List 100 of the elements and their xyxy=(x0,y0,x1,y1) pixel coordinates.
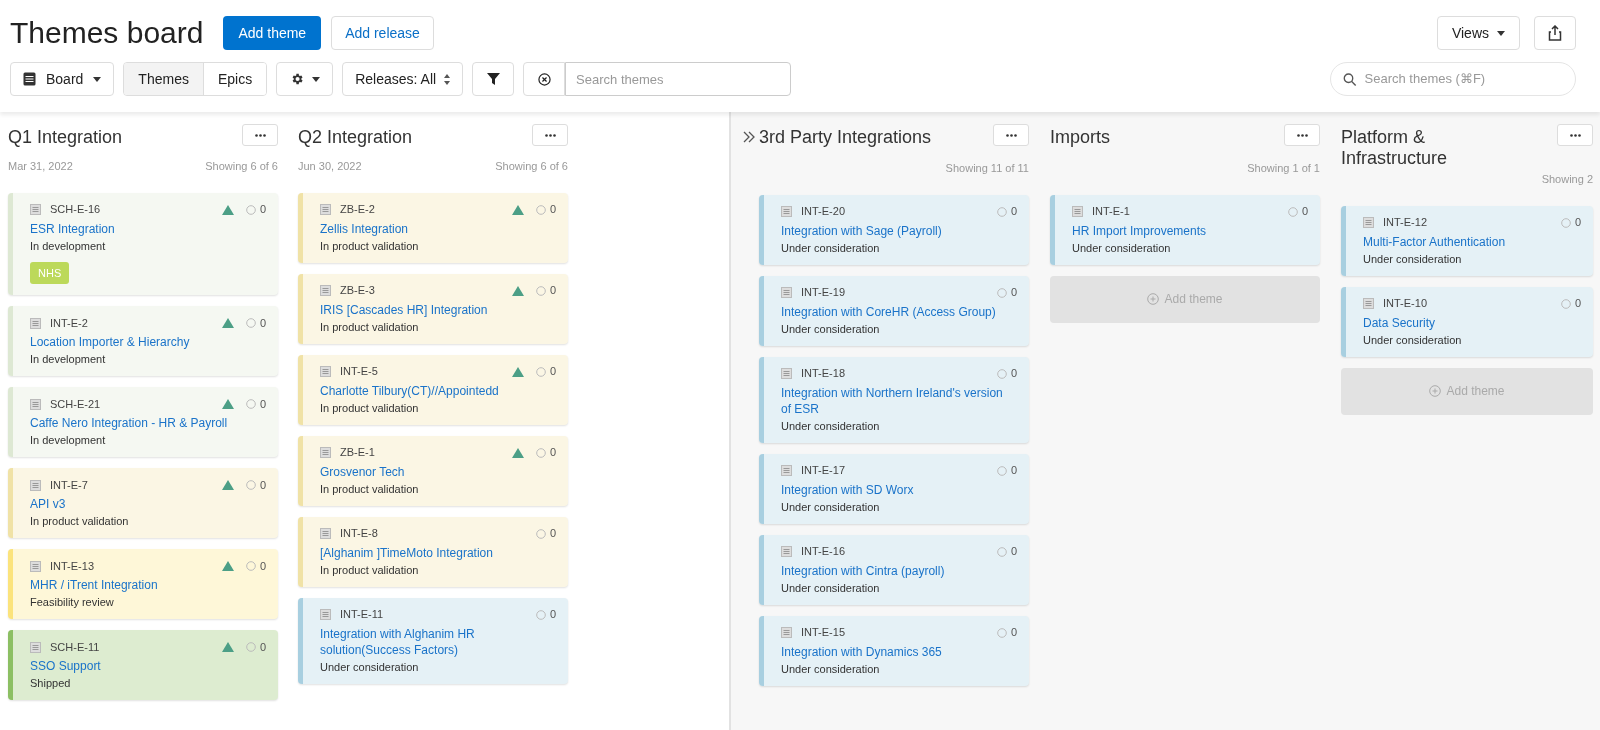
search-icon xyxy=(1343,71,1357,87)
card-id: INT-E-17 xyxy=(801,463,845,479)
card-id: ZB-E-2 xyxy=(340,202,375,218)
add-release-button[interactable]: Add release xyxy=(331,16,434,50)
comment-circle-icon xyxy=(245,561,256,571)
theme-card[interactable]: INT-E-12 0 Multi-Factor Authentication Under consideration xyxy=(1341,205,1593,276)
view-dropdown[interactable]: Board xyxy=(10,62,115,96)
theme-link[interactable]: Data Security xyxy=(1363,314,1581,331)
more-icon xyxy=(254,133,266,137)
theme-card[interactable]: INT-E-1 0 HR Import Improvements Under consideration xyxy=(1050,194,1320,265)
comment-circle-icon xyxy=(535,447,546,458)
comment-circle-icon xyxy=(1560,298,1571,309)
theme-link[interactable]: Location Importer & Hierarchy xyxy=(30,334,266,350)
settings-dropdown[interactable] xyxy=(276,62,334,96)
theme-card[interactable]: INT-E-7 0 API v3 In product validation xyxy=(8,468,278,538)
theme-card[interactable]: INT-E-16 0 Integration with Cintra (payroll) Under consideration xyxy=(759,534,1029,605)
theme-card[interactable]: INT-E-20 0 Integration with Sage (Payroll) Under consideration xyxy=(759,194,1029,265)
theme-card[interactable]: SCH-E-16 0 ESR Integration In development NHS xyxy=(8,192,278,295)
comment-count: 0 xyxy=(259,558,266,574)
list-icon xyxy=(320,609,331,620)
list-icon xyxy=(30,560,41,572)
theme-card[interactable]: INT-E-8 0 [Alghanim ]TimeMoto Integration In product validation xyxy=(298,516,568,587)
theme-link[interactable]: IRIS [Cascades HR] Integration xyxy=(320,301,556,318)
column-title: Imports xyxy=(1050,127,1111,148)
theme-card[interactable]: SCH-E-11 0 SSO Support Shipped xyxy=(8,630,278,700)
theme-link[interactable]: Charlotte Tilbury(CT)//Appointedd xyxy=(320,382,556,399)
theme-link[interactable]: Integration with CoreHR (Access Group) xyxy=(781,303,1017,320)
list-icon xyxy=(1363,298,1374,309)
theme-link[interactable]: Integration with Alghanim HR solution(Success Factors) xyxy=(320,625,556,658)
segment-tab[interactable]: Themes xyxy=(124,63,203,95)
theme-card[interactable]: INT-E-19 0 Integration with CoreHR (Access Group) Under consideration xyxy=(759,275,1029,346)
comment-count: 0 xyxy=(259,202,266,218)
comment-count: 0 xyxy=(1301,204,1308,220)
theme-link[interactable]: Zellis Integration xyxy=(320,220,556,237)
comment-count: 0 xyxy=(549,526,556,542)
status-text: Under consideration xyxy=(781,240,881,256)
theme-link[interactable]: API v3 xyxy=(30,496,266,512)
theme-link[interactable]: Integration with Dynamics 365 xyxy=(781,643,1017,660)
clear-search-icon[interactable] xyxy=(523,62,566,96)
theme-card[interactable]: INT-E-13 0 MHR / iTrent Integration Feasibility review xyxy=(8,549,278,619)
theme-card[interactable]: ZB-E-3 0 IRIS [Cascades HR] Integration In product validation xyxy=(298,273,568,344)
caret-icon xyxy=(1497,30,1505,36)
add-theme-button[interactable]: Add theme xyxy=(223,16,322,50)
plus-circle-icon xyxy=(1147,293,1160,305)
comment-count: 0 xyxy=(259,315,266,331)
theme-link[interactable]: Integration with SD Worx xyxy=(781,481,1017,498)
card-id: INT-E-10 xyxy=(1383,296,1427,312)
theme-link[interactable]: [Alghanim ]TimeMoto Integration xyxy=(320,544,556,561)
theme-card[interactable]: INT-E-11 0 Integration with Alghanim HR solution(Success Factors) Under consideration xyxy=(298,597,568,684)
status-text: In product validation xyxy=(320,481,420,497)
comment-count: 0 xyxy=(1010,285,1017,301)
theme-card[interactable]: INT-E-2 0 Location Importer & Hierarchy In development xyxy=(8,306,278,376)
search-field[interactable]: Search themes xyxy=(565,62,792,96)
comment-circle-icon xyxy=(245,642,256,652)
showing-count: Showing 6 of 6 xyxy=(495,159,568,174)
share-icon[interactable] xyxy=(1534,16,1576,50)
theme-link[interactable]: SSO Support xyxy=(30,658,266,674)
theme-card[interactable]: INT-E-5 0 Charlotte Tilbury(CT)//Appointedd In product validation xyxy=(298,354,568,425)
comment-circle-icon xyxy=(535,609,546,620)
comment-circle-icon xyxy=(245,204,256,215)
theme-card[interactable]: ZB-E-1 0 Grosvenor Tech In product validation xyxy=(298,435,568,506)
card-id: INT-E-18 xyxy=(801,366,845,382)
theme-link[interactable]: MHR / iTrent Integration xyxy=(30,577,266,593)
theme-link[interactable]: Multi-Factor Authentication xyxy=(1363,233,1581,250)
card-id: ZB-E-3 xyxy=(340,283,375,299)
theme-card[interactable]: ZB-E-2 0 Zellis Integration In product validation xyxy=(298,192,568,263)
global-search-input[interactable]: Search themes (⌘F) xyxy=(1364,69,1563,89)
status-text: In product validation xyxy=(30,514,130,529)
status-text: Under consideration xyxy=(781,580,881,596)
theme-link[interactable]: Integration with Cintra (payroll) xyxy=(781,562,1017,579)
theme-card[interactable]: INT-E-15 0 Integration with Dynamics 365 Under consideration xyxy=(759,615,1029,686)
theme-link[interactable]: Grosvenor Tech xyxy=(320,463,556,480)
more-icon xyxy=(1569,133,1581,137)
filter-icon[interactable] xyxy=(472,62,515,96)
comment-count: 0 xyxy=(1010,366,1017,382)
comment-count: 0 xyxy=(549,283,556,299)
card-id: INT-E-19 xyxy=(801,285,845,301)
release-date: Jun 30, 2022 xyxy=(298,159,362,174)
showing-count: Showing 11 of 11 xyxy=(945,161,1029,176)
theme-card[interactable]: INT-E-10 0 Data Security Under consideration xyxy=(1341,286,1593,357)
list-icon xyxy=(781,368,792,379)
expand-icon[interactable] xyxy=(743,131,755,143)
views-dropdown[interactable]: Views xyxy=(1436,16,1520,50)
theme-link[interactable]: Integration with Sage (Payroll) xyxy=(781,222,1017,239)
theme-link[interactable]: Integration with Northern Ireland's version of ESR xyxy=(781,384,1017,417)
theme-card[interactable]: INT-E-17 0 Integration with SD Worx Under consideration xyxy=(759,453,1029,524)
comment-count: 0 xyxy=(1574,215,1581,231)
card-id: SCH-E-11 xyxy=(50,639,100,655)
tag-badge: NHS xyxy=(30,261,70,284)
theme-card[interactable]: INT-E-18 0 Integration with Northern Ireland's version of ESR Under consideration xyxy=(759,356,1029,443)
comment-circle-icon xyxy=(535,528,546,539)
theme-link[interactable]: Caffe Nero Integration - HR & Payroll xyxy=(30,415,266,431)
column-title: Q2 Integration xyxy=(298,126,413,149)
releases-select[interactable]: Releases: All xyxy=(342,62,464,96)
theme-card[interactable]: SCH-E-21 0 Caffe Nero Integration - HR & Payroll In development xyxy=(8,387,278,457)
segment-tab[interactable]: Epics xyxy=(202,63,267,95)
theme-link[interactable]: HR Import Improvements xyxy=(1072,222,1308,239)
theme-link[interactable]: ESR Integration xyxy=(30,220,266,237)
list-icon xyxy=(320,447,331,458)
caret-icon xyxy=(311,76,320,82)
